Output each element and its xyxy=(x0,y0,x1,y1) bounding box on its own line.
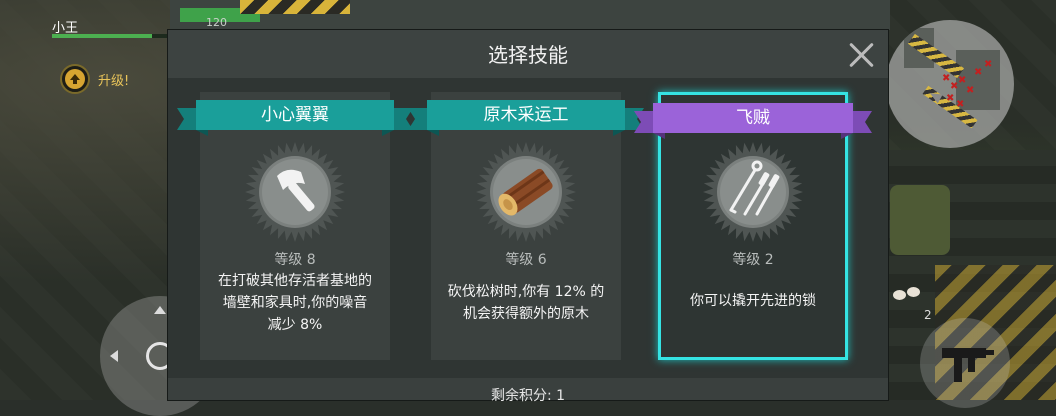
dialog-title: 选择技能 xyxy=(488,43,568,67)
skill-description: 在打破其他存活者基地的 墙壁和家具时,你的噪音 减少 8% xyxy=(218,273,372,333)
minimap[interactable]: ✖ ✖ ✖ ✖ ✖ ✖ ✖ ✖ xyxy=(886,20,1014,148)
skill-name: 小心翼翼 xyxy=(196,100,394,130)
minimap-enemy-marker-icon: ✖ xyxy=(974,67,983,78)
weapon-button[interactable] xyxy=(920,318,1010,408)
skill-ribbon: 小心翼翼 xyxy=(177,100,413,136)
skill-name: 飞贼 xyxy=(653,103,853,133)
skill-level: 等级 2 xyxy=(732,252,774,268)
remaining-points-value: 1 xyxy=(556,388,566,404)
skill-description: 砍伐松树时,你有 12% 的 机会获得额外的原木 xyxy=(447,284,605,322)
health-bar-fill xyxy=(52,34,153,38)
skill-select-dialog: 选择技能 小心翼翼 等级 8 在打破其他存活者基地的 墙壁和家具时,你的噪音 减… xyxy=(168,30,888,404)
background-hazard-stripes xyxy=(240,0,350,14)
level-up-button[interactable]: 升级! xyxy=(60,64,129,94)
minimap-enemy-marker-icon: ✖ xyxy=(984,59,993,70)
joystick-up-arrow-icon xyxy=(154,306,166,314)
skill-card-careful[interactable]: 小心翼翼 等级 8 在打破其他存活者基地的 墙壁和家具时,你的噪音 减少 8% xyxy=(177,92,413,360)
axe-icon xyxy=(245,142,345,242)
lockpick-icon xyxy=(703,142,803,242)
skill-ribbon: 原木采运工 xyxy=(408,100,644,136)
level-up-label: 升级! xyxy=(98,73,130,89)
level-up-arrow-icon xyxy=(60,64,90,94)
ammo-count: 2 xyxy=(924,308,932,322)
minimap-enemy-marker-icon: ✖ xyxy=(966,85,975,96)
skill-card-burglar[interactable]: 飞贼 等级 2 你可以撬开先进的锁 xyxy=(634,92,872,360)
ground-items xyxy=(893,287,925,301)
minimap-enemy-marker-icon: ✖ xyxy=(946,93,955,104)
joystick-left-arrow-icon xyxy=(110,350,118,362)
skill-card-logger[interactable]: 原木采运工 等级 6 砍伐松树时,你有 12% 的 机会获得额外的原木 xyxy=(408,92,644,360)
background-crate xyxy=(890,185,950,255)
skill-level: 等级 6 xyxy=(505,252,547,268)
minimap-enemy-marker-icon: ✖ xyxy=(956,99,965,110)
skill-ribbon: 飞贼 xyxy=(634,103,872,139)
remaining-points: 剩余积分: 1 xyxy=(168,385,888,405)
skill-description: 你可以撬开先进的锁 xyxy=(690,293,816,309)
health-bar xyxy=(52,34,170,38)
log-icon xyxy=(476,142,576,242)
remaining-points-label: 剩余积分: xyxy=(490,388,552,404)
skill-name: 原木采运工 xyxy=(427,100,625,130)
close-icon[interactable] xyxy=(848,41,876,69)
health-value: 120 xyxy=(206,16,227,29)
smg-icon xyxy=(942,348,994,382)
skill-level: 等级 8 xyxy=(274,252,316,268)
